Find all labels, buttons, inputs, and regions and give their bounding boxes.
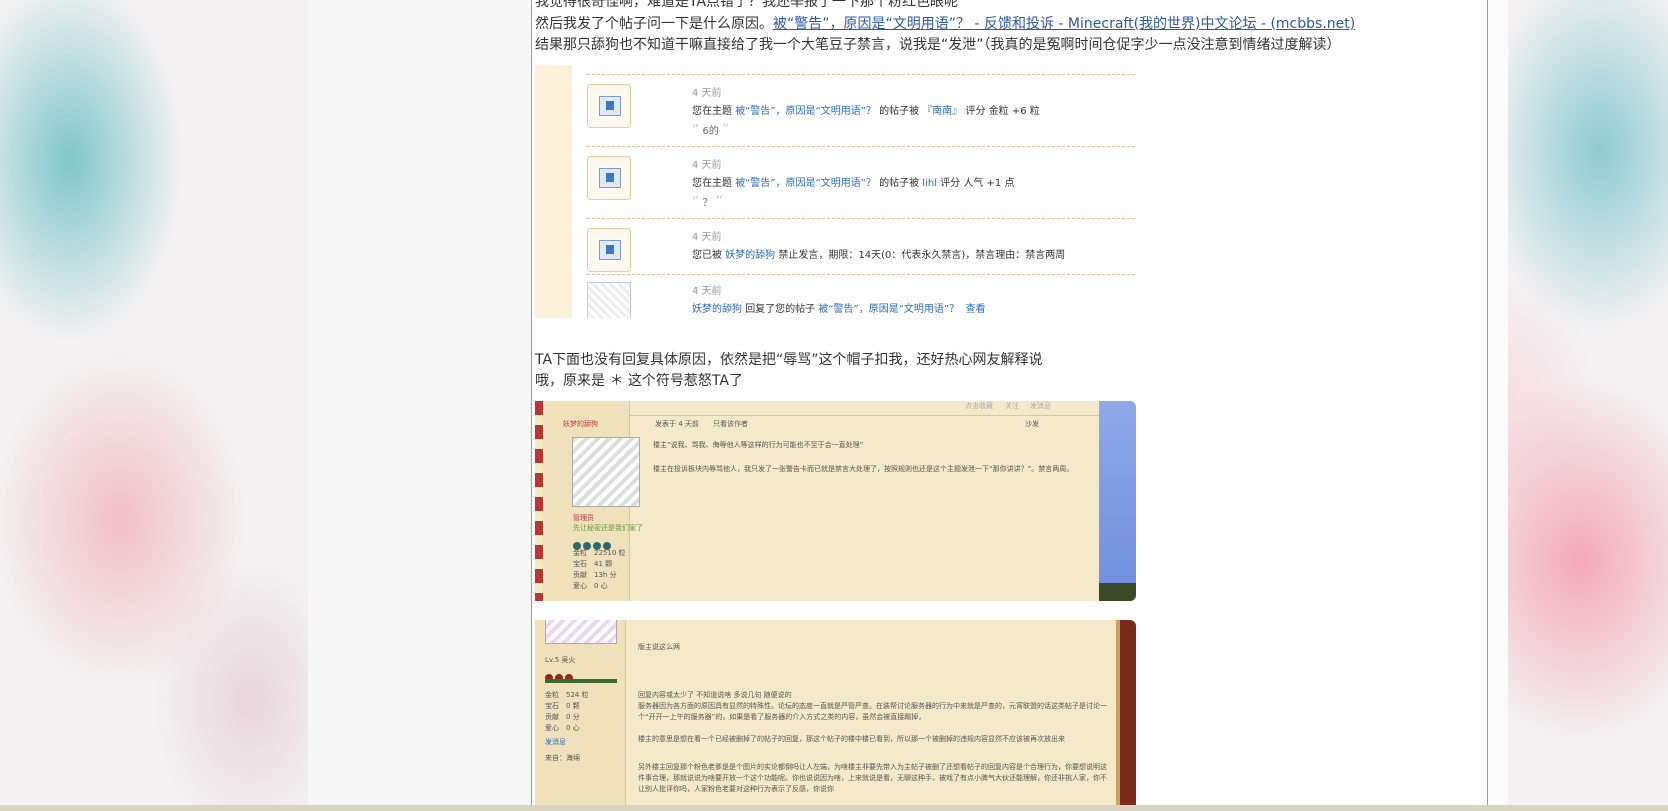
notification-item: 4 天前 您已被 妖梦的舔狗 禁止发言，期限：14天(0：代表永久禁言)，禁言理… (587, 218, 1135, 275)
notification-suffix: 评分 金粒 +6 粒 (965, 106, 1040, 117)
user-avatar[interactable] (587, 282, 631, 318)
author-avatar (545, 620, 617, 644)
stat-contribution: 贡献 13h 分 (573, 571, 617, 579)
top-action-message[interactable]: 发消息 (1030, 401, 1051, 411)
notification-mid: 回复了您的帖子 (745, 304, 816, 315)
view-link[interactable]: 查看 (965, 304, 985, 315)
notification-user-link[interactable]: 妖梦的舔狗 (692, 304, 742, 315)
notification-side-bar (535, 65, 572, 318)
notification-user-link[interactable]: 『南南』 (922, 106, 962, 117)
post-text-line-partial: 我觉得很奇怪啊，难道是TA点错了？我还举报了一下那个粉红色眼呢 (535, 0, 959, 10)
medal-icons (573, 535, 613, 550)
stat-gem: 宝石 41 颗 (573, 560, 613, 568)
notification-user-link[interactable]: 妖梦的舔狗 (725, 250, 775, 261)
notification-text: 您在主题 被“警告”，原因是“文明用语”？ 的帖子被 『南南』 评分 金粒 +6… (692, 102, 1040, 117)
notification-topic-link[interactable]: 被“警告”，原因是“文明用语”？ (735, 178, 876, 189)
left-sidebar (308, 0, 532, 811)
reply-paragraph-3: 楼主的意思是想在看一个已经被删掉了的帖子的回复，那这个帖子的楼中楼已看到，所以那… (638, 735, 1065, 743)
author-panel: 妖梦的舔狗 管理员 先让秘密还是我们家了 金粒 22510 粒 宝石 41 颗 … (543, 401, 643, 601)
notification-topic-link[interactable]: 被“警告”，原因是“文明用语”？ (818, 304, 959, 315)
notification-screenshot: 4 天前 您在主题 被“警告”，原因是“文明用语”？ 的帖子被 『南南』 评分 … (535, 65, 1136, 318)
notification-suffix: 评分 人气 +1 点 (940, 178, 1015, 189)
author-rank-sub: 先让秘密还是我们家了 (573, 524, 643, 532)
only-author-link[interactable]: 只看该作者 (713, 419, 748, 429)
bottom-bar (0, 805, 1668, 811)
wood-edge (1120, 620, 1136, 811)
author-avatar (572, 437, 640, 507)
post-topic-link[interactable]: 被“警告”，原因是“文明用语”？ - 反馈和投诉 - Minecraft(我的世… (773, 16, 1355, 32)
notification-topic-link[interactable]: 被“警告”，原因是“文明用语”？ (735, 106, 876, 117)
medal-icons (545, 667, 575, 682)
notification-text: 您已被 妖梦的舔狗 禁止发言，期限：14天(0：代表永久禁言)，禁言理由：禁言两… (692, 246, 1065, 261)
author-level: Lv.5 吴火 (545, 656, 576, 664)
notification-ban-text: 禁止发言，期限：14天(0：代表永久禁言)，禁言理由：禁言两周 (778, 250, 1066, 261)
top-action-follow[interactable]: 关注 (1005, 401, 1019, 411)
grass-edge (1099, 583, 1136, 601)
stat-love: 爱心 0 心 (545, 724, 580, 732)
system-notice-icon (587, 84, 631, 128)
reply-text-2: 楼主在投诉板块内辱骂他人，我只发了一张警告卡而已就是禁言大处理了，按照规则也还是… (653, 465, 1074, 473)
notification-time: 4 天前 (692, 286, 722, 297)
quote-text: 6的 (702, 126, 719, 137)
stat-gold: 金粒 22510 粒 (573, 549, 626, 557)
stat-gold: 金粒 524 粒 (545, 691, 589, 699)
reply-paragraph-2: 服务器因为各方面的原因具有显然的特殊性。论坛的态度一直就是严管严查。在装帮讨论服… (638, 702, 1107, 721)
sky-edge (1099, 401, 1136, 601)
post-meta: 发表于 4 天前 (655, 420, 699, 428)
notification-item: 4 天前 您在主题 被“警告”，原因是“文明用语”？ 的帖子被 『南南』 评分 … (587, 74, 1135, 147)
post-text-line-2: 结果那只舔狗也不知道干嘛直接给了我一个大笔豆子禁言，说我是“发泄”（我真的是冤啊… (535, 37, 1341, 53)
reply-heading: 版主说这么两 (638, 643, 680, 651)
reply-text-1: 楼主“说我、骂我、侮辱他人等这样的行为可能也不至于会一直处理” (653, 441, 864, 449)
notification-time: 4 天前 (692, 88, 722, 99)
reply-paragraph-4: 另外楼主回复那个粉色老爹是是个图片的实论都倒吗让人左端，为啥楼主非要先带入为主帖… (638, 763, 1107, 793)
notification-prefix: 您在主题 (692, 178, 732, 189)
notification-mid: 的帖子被 (879, 178, 920, 189)
post-text-line-4: 哦，原来是 ＊ 这个符号惹怒TA了 (535, 373, 743, 389)
post-divider (629, 415, 1099, 416)
send-message-link[interactable]: 发消息 (545, 737, 566, 747)
floor-label: 沙发 (1025, 420, 1039, 428)
forum-reply-screenshot-1: 妖梦的舔狗 管理员 先让秘密还是我们家了 金粒 22510 粒 宝石 41 颗 … (535, 401, 1136, 601)
level-bar (545, 679, 617, 683)
notification-text: 妖梦的舔狗 回复了您的帖子 被“警告”，原因是“文明用语”？ 查看 (692, 300, 985, 315)
post-text-line-1-prefix: 然后我发了个帖子问一下是什么原因。 (535, 16, 773, 32)
notification-item: 4 天前 您在主题 被“警告”，原因是“文明用语”？ 的帖子被 lihl 评分 … (587, 146, 1135, 219)
author-rank: 管理员 (573, 514, 594, 522)
stat-contribution: 贡献 0 分 (545, 713, 580, 721)
post-text-line-1: 然后我发了个帖子问一下是什么原因。被“警告”，原因是“文明用语”？ - 反馈和投… (535, 14, 1355, 34)
top-action-collect[interactable]: 点击收藏 (965, 401, 993, 411)
notification-text: 您在主题 被“警告”，原因是“文明用语”？ 的帖子被 lihl 评分 人气 +1… (692, 174, 1014, 189)
stat-gem: 宝石 0 颗 (545, 702, 580, 710)
system-notice-icon (587, 156, 631, 200)
author-name: 妖梦的舔狗 (563, 420, 598, 428)
notification-item: 4 天前 妖梦的舔狗 回复了您的帖子 被“警告”，原因是“文明用语”？ 查看 (587, 274, 1135, 318)
notification-time: 4 天前 (692, 232, 722, 243)
author-panel: Lv.5 吴火 金粒 524 粒 宝石 0 颗 贡献 0 分 爱心 0 心 发消… (535, 620, 626, 811)
notification-time: 4 天前 (692, 160, 722, 171)
notification-prefix: 您已被 (692, 250, 722, 261)
notification-quote: “ ？ ” (692, 194, 723, 210)
notification-user-link[interactable]: lihl (922, 178, 937, 189)
decorative-border (535, 401, 543, 601)
quote-text: ？ (702, 198, 713, 209)
notification-mid: 的帖子被 (879, 106, 920, 117)
stat-love: 爱心 0 心 (573, 582, 608, 590)
system-notice-icon (587, 228, 631, 272)
forum-reply-screenshot-2: Lv.5 吴火 金粒 524 粒 宝石 0 颗 贡献 0 分 爱心 0 心 发消… (535, 620, 1136, 811)
post-text-line-3: TA下面也没有回复具体原因，依然是把“辱骂”这个帽子扣我，还好热心网友解释说 (535, 352, 1043, 368)
author-from: 来自：海绵 (545, 754, 580, 762)
notification-prefix: 您在主题 (692, 106, 732, 117)
reply-paragraph-1: 回复内容或太少了 不知道说啥 多说几句 随便说的 (638, 691, 792, 699)
notification-quote: “ 6的 ” (692, 122, 730, 138)
